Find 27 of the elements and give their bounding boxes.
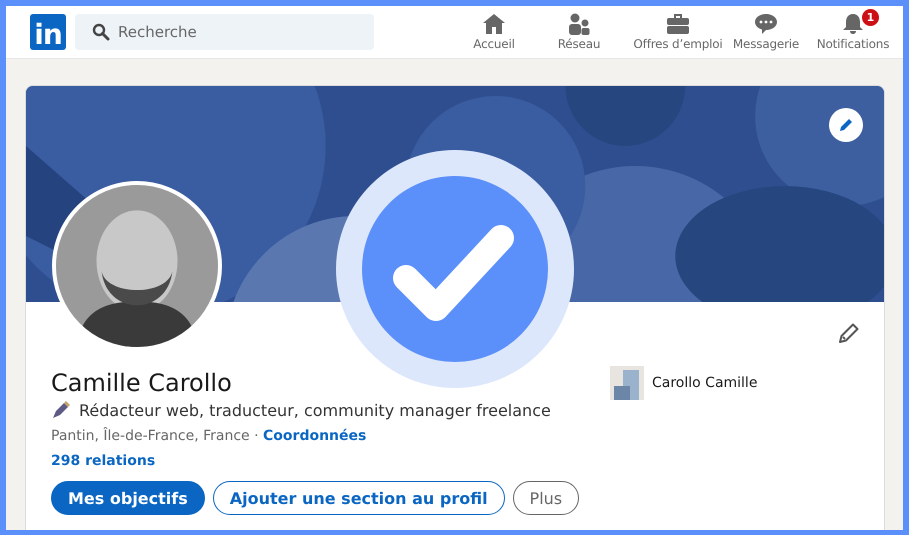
nav-item[interactable]: Offres d’emploi	[627, 6, 729, 58]
check-circle-icon	[336, 150, 574, 388]
chat-icon	[754, 13, 778, 35]
search-field[interactable]: Recherche	[75, 14, 374, 50]
connections-link[interactable]: 298 relations	[51, 453, 156, 469]
nav-item[interactable]: 1 Notifications	[803, 6, 903, 58]
company-name: Carollo Camille	[652, 375, 758, 391]
add-section-button[interactable]: Ajouter une section au profil	[212, 481, 505, 515]
goals-button[interactable]: Mes objectifs	[51, 481, 205, 515]
profile-headline: Rédacteur web, traducteur, community manager freelance	[79, 400, 551, 420]
people-icon	[567, 13, 591, 35]
company-logo	[610, 366, 644, 400]
nav-item[interactable]: Messagerie	[729, 6, 803, 58]
contact-link[interactable]: Coordonnées	[263, 428, 366, 444]
pen-icon	[51, 400, 71, 420]
location-text: Pantin, Île-de-France, France ·	[51, 428, 259, 444]
pencil-icon	[838, 322, 860, 344]
more-button[interactable]: Plus	[512, 481, 580, 515]
nav-item[interactable]: Accueil	[457, 6, 531, 58]
logo[interactable]: in	[30, 14, 66, 50]
pencil-icon	[838, 117, 854, 133]
bell-icon	[841, 13, 865, 35]
home-icon	[482, 13, 506, 35]
notification-badge: 1	[861, 8, 880, 27]
nav-item[interactable]: Réseau	[531, 6, 627, 58]
briefcase-icon	[666, 13, 690, 35]
profile-name: Camille Carollo	[51, 368, 233, 398]
